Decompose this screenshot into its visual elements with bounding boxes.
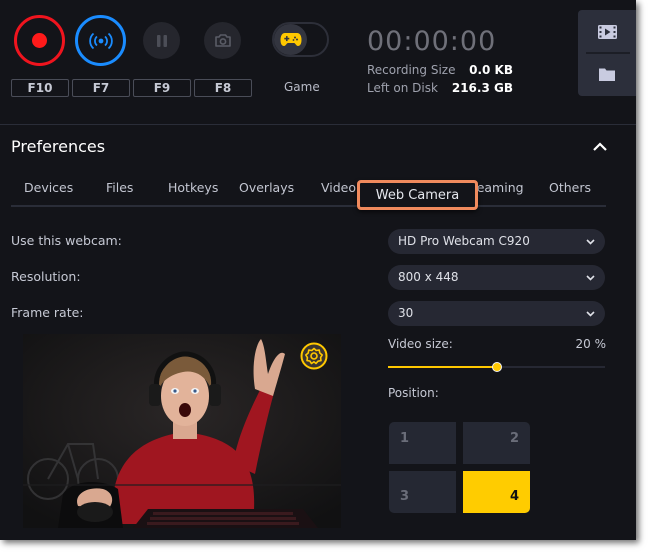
framerate-select-value: 30	[398, 306, 414, 320]
film-icon	[597, 25, 617, 39]
pause-icon	[156, 34, 167, 47]
position-number: 3	[400, 489, 410, 504]
tab-web-camera[interactable]: Web Camera	[357, 180, 478, 210]
tab-others[interactable]: Others	[549, 180, 591, 195]
chevron-down-icon	[586, 265, 596, 290]
video-size-slider[interactable]	[388, 362, 605, 373]
chevron-down-icon	[586, 229, 596, 254]
webcam-label: Use this webcam:	[11, 233, 122, 248]
screenshot-button[interactable]	[204, 22, 241, 59]
webcam-preview-image	[23, 334, 341, 528]
webcam-select-value: HD Pro Webcam C920	[398, 234, 530, 248]
collapse-button[interactable]	[590, 137, 610, 157]
recording-toolbar: F10 F7 F9 F8 Game 00:00:00 Recording Siz…	[0, 0, 636, 124]
preferences-title: Preferences	[11, 137, 106, 156]
position-bottom-left[interactable]: 3	[389, 471, 456, 513]
position-number: 4	[509, 489, 519, 504]
left-on-disk-value: 216.3 GB	[451, 81, 513, 95]
webcam-select[interactable]: HD Pro Webcam C920	[388, 229, 605, 254]
side-panel	[578, 10, 636, 96]
framerate-label: Frame rate:	[11, 305, 84, 320]
gamepad-icon	[280, 33, 301, 46]
position-label: Position:	[388, 386, 439, 400]
video-size-value: 20 %	[575, 337, 607, 351]
recording-timer: 00:00:00	[367, 26, 497, 57]
webcam-overlay-settings-button[interactable]	[300, 342, 328, 370]
screenshot-hotkey: F8	[194, 79, 252, 97]
slider-fill	[388, 366, 497, 368]
game-mode-toggle[interactable]	[272, 22, 329, 57]
tab-devices[interactable]: Devices	[24, 180, 73, 195]
game-mode-label: Game	[284, 80, 320, 94]
resolution-label: Resolution:	[11, 269, 81, 284]
resolution-select-value: 800 x 448	[398, 270, 459, 284]
recording-size-label: Recording Size	[367, 63, 456, 77]
pause-hotkey: F9	[133, 79, 191, 97]
folder-icon	[599, 68, 615, 81]
left-on-disk-label: Left on Disk	[367, 81, 438, 95]
stream-hotkey: F7	[72, 79, 130, 97]
webcam-preview	[23, 334, 341, 528]
resolution-select[interactable]: 800 x 448	[388, 265, 605, 290]
framerate-select[interactable]: 30	[388, 301, 605, 326]
record-hotkey: F10	[11, 79, 69, 97]
toggle-knob	[274, 24, 307, 55]
section-divider	[0, 124, 636, 125]
chevron-up-icon	[593, 142, 607, 151]
pause-button[interactable]	[143, 22, 180, 59]
app-window: F10 F7 F9 F8 Game 00:00:00 Recording Siz…	[0, 0, 636, 540]
tab-hotkeys[interactable]: Hotkeys	[168, 180, 218, 195]
slider-thumb[interactable]	[491, 362, 502, 372]
record-button[interactable]	[14, 15, 65, 66]
position-top-right[interactable]: 2	[463, 422, 530, 464]
tab-files[interactable]: Files	[106, 180, 133, 195]
stream-button[interactable]	[75, 15, 126, 66]
tab-overlays[interactable]: Overlays	[239, 180, 294, 195]
position-bottom-right[interactable]: 4	[463, 471, 530, 513]
record-icon	[32, 33, 47, 48]
broadcast-icon	[88, 32, 113, 49]
recordings-button[interactable]	[578, 12, 636, 52]
position-number: 2	[509, 431, 519, 446]
position-number: 1	[400, 431, 410, 446]
position-top-left[interactable]: 1	[389, 422, 456, 464]
tab-video[interactable]: Video	[321, 180, 356, 195]
video-size-label: Video size:	[388, 337, 453, 351]
camera-icon	[214, 34, 231, 47]
preferences-tabs: Devices Files Hotkeys Overlays Video Str…	[11, 172, 606, 207]
open-folder-button[interactable]	[578, 54, 636, 94]
recording-size-value: 0.0 KB	[469, 63, 513, 77]
gear-icon	[300, 342, 328, 370]
chevron-down-icon	[586, 301, 596, 326]
